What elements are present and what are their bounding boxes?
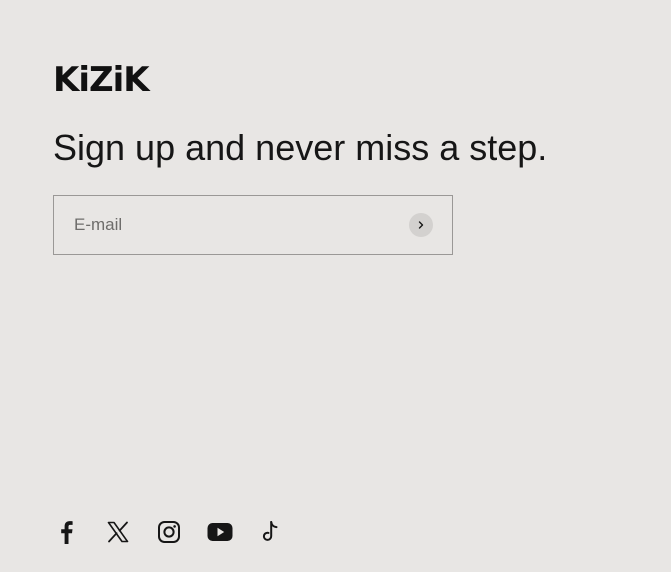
- kizik-logo[interactable]: KiZiK: [53, 60, 150, 100]
- submit-button[interactable]: [409, 213, 433, 237]
- youtube-icon: [207, 522, 233, 542]
- newsletter-footer: KiZiK Sign up and never miss a step.: [0, 0, 671, 572]
- x-icon: [107, 521, 129, 543]
- x-link[interactable]: [104, 517, 132, 547]
- instagram-icon: [157, 520, 181, 544]
- instagram-link[interactable]: [155, 517, 183, 547]
- chevron-right-icon: [416, 220, 426, 230]
- youtube-link[interactable]: [206, 517, 234, 547]
- newsletter-headline: Sign up and never miss a step.: [53, 127, 548, 168]
- email-input[interactable]: [54, 196, 452, 254]
- tiktok-link[interactable]: [257, 517, 285, 547]
- social-links: [53, 517, 285, 547]
- email-signup-form: [53, 195, 453, 255]
- facebook-link[interactable]: [53, 517, 81, 547]
- facebook-icon: [56, 520, 78, 544]
- tiktok-icon: [260, 520, 282, 544]
